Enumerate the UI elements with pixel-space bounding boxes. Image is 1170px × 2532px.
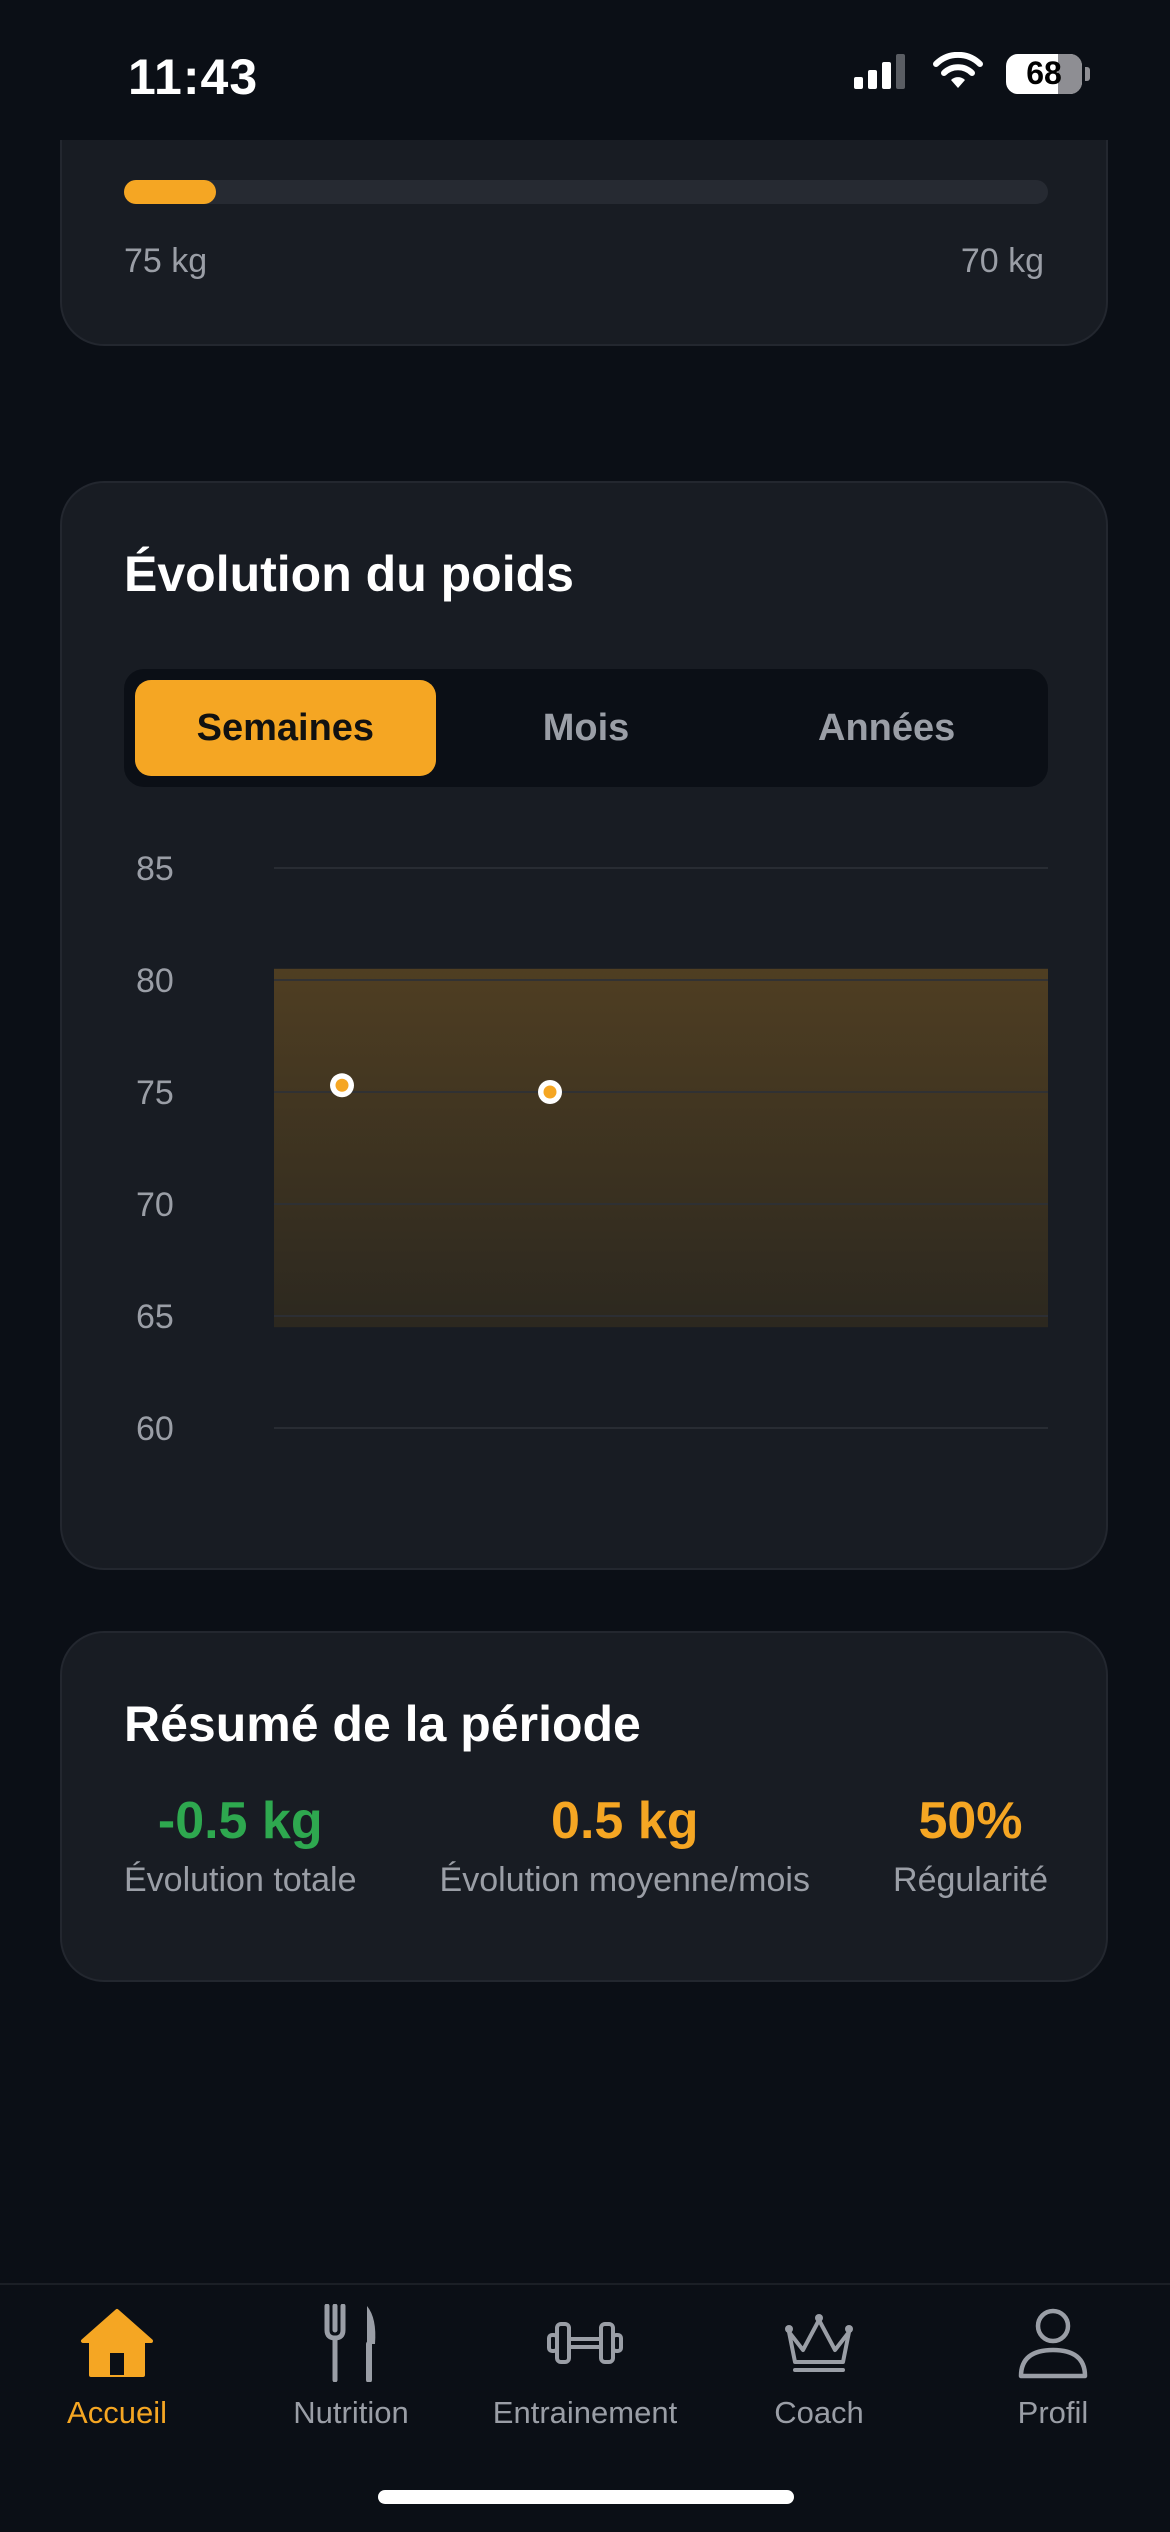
stat-average-monthly: 0.5 kg Évolution moyenne/mois xyxy=(440,1791,810,1900)
tab-accueil[interactable]: Accueil xyxy=(0,2303,234,2431)
battery-icon: 68 xyxy=(1006,53,1090,94)
summary-stats: -0.5 kg Évolution totale 0.5 kg Évolutio… xyxy=(124,1791,1048,1900)
tab-nutrition[interactable]: Nutrition xyxy=(234,2303,468,2431)
y-tick-label: 70 xyxy=(136,1186,174,1224)
stat-value: -0.5 kg xyxy=(157,1792,323,1850)
status-icons: 68 xyxy=(854,51,1090,95)
stat-regularity: 50% Régularité xyxy=(893,1791,1048,1900)
goal-progress-fill xyxy=(124,180,217,204)
tab-label: Entrainement xyxy=(492,2395,678,2430)
tab-label: Nutrition xyxy=(293,2395,409,2430)
weight-evolution-card: Évolution du poids Semaines Mois Années … xyxy=(60,481,1108,1570)
stat-label: Évolution totale xyxy=(124,1861,357,1899)
home-indicator xyxy=(378,2490,794,2504)
tab-label: Accueil xyxy=(67,2395,167,2430)
y-tick-label: 85 xyxy=(136,850,174,888)
stat-value: 50% xyxy=(918,1792,1023,1850)
tab-coach[interactable]: Coach xyxy=(702,2303,936,2431)
data-point xyxy=(335,1078,349,1092)
stat-value: 0.5 kg xyxy=(551,1792,699,1850)
period-summary-card: Résumé de la période -0.5 kg Évolution t… xyxy=(60,1631,1108,1982)
weight-chart: 85 80 75 70 65 60 xyxy=(136,850,1048,1448)
start-weight-label: 75 kg xyxy=(124,242,208,280)
tab-entrainement[interactable]: Entrainement xyxy=(468,2303,702,2431)
home-icon xyxy=(77,2303,157,2383)
stat-label: Évolution moyenne/mois xyxy=(439,1861,810,1899)
status-time: 11:43 xyxy=(128,49,259,105)
target-weight-label: 70 kg xyxy=(960,242,1044,280)
status-bar: 11:43 68 xyxy=(0,0,1170,140)
tab-label: Coach xyxy=(774,2395,864,2430)
data-point xyxy=(543,1085,557,1099)
wifi-icon xyxy=(932,51,984,95)
tab-profil[interactable]: Profil xyxy=(936,2303,1170,2431)
cellular-signal-icon xyxy=(854,53,910,94)
dumbbell-icon xyxy=(545,2303,625,2383)
y-tick-label: 65 xyxy=(136,1298,174,1336)
person-icon xyxy=(1013,2303,1093,2383)
y-tick-label: 60 xyxy=(136,1410,174,1448)
target-range-band xyxy=(274,968,1048,1328)
fork-knife-icon xyxy=(311,2303,391,2383)
goal-progress-bar xyxy=(124,180,1048,204)
crown-icon xyxy=(779,2303,859,2383)
stat-total-evolution: -0.5 kg Évolution totale xyxy=(124,1791,357,1900)
y-tick-label: 75 xyxy=(136,1074,174,1112)
stat-label: Régularité xyxy=(893,1861,1048,1899)
y-tick-label: 80 xyxy=(136,962,174,1000)
battery-percent: 68 xyxy=(1026,55,1062,91)
tab-label: Profil xyxy=(1017,2395,1089,2430)
summary-title: Résumé de la période xyxy=(124,1696,641,1752)
